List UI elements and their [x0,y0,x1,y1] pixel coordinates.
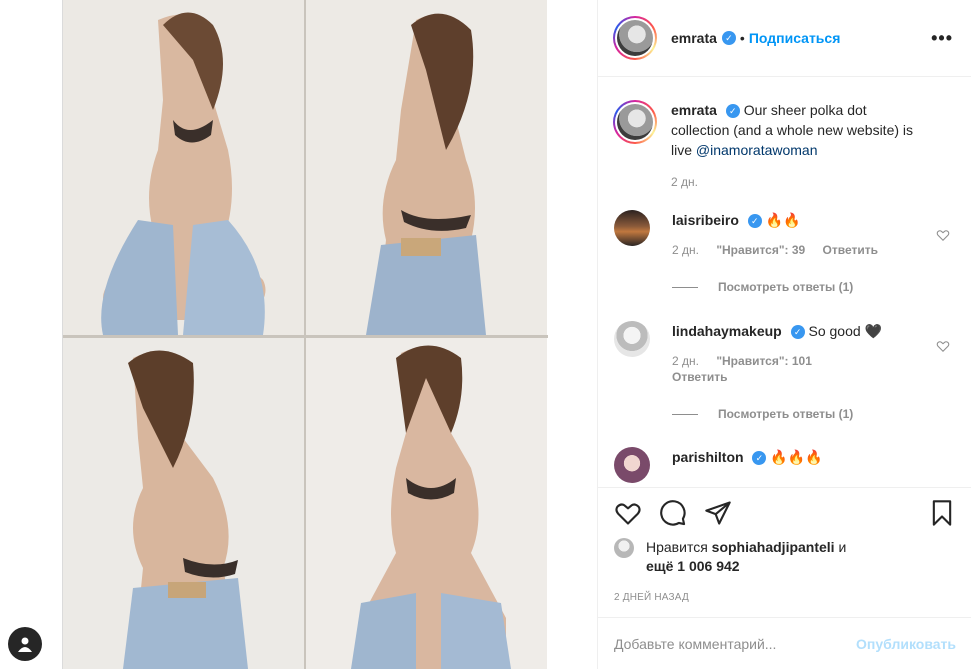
verified-badge-icon: ✓ [790,325,805,340]
replies-line [672,286,698,288]
collage-divider [63,335,548,338]
photo-panel-3 [63,338,304,669]
reply-button[interactable]: Ответить [672,370,727,384]
post-timestamp[interactable]: 2 ДНЕЙ НАЗАД [614,592,956,603]
caption-mention[interactable]: @inamoratawoman [696,142,818,158]
reply-button[interactable]: Ответить [823,243,878,257]
share-send-icon[interactable] [704,499,732,527]
comment-text: 🔥🔥 [765,212,801,228]
post-photo[interactable] [62,0,548,669]
likes-prefix: Нравится [646,539,712,555]
publish-button[interactable]: Опубликовать [856,636,956,652]
photo-panel-4 [306,338,547,669]
comment-text: 🔥🔥🔥 [770,449,823,465]
liker-avatar [614,538,634,558]
post-actions: Нравится sophiahadjipanteli и ещё 1 006 … [598,487,971,603]
comment-item: parishilton ✓ 🔥🔥🔥 [614,447,956,483]
comment-likes[interactable]: "Нравится": 39 [716,243,805,257]
commenter-username[interactable]: parishilton [672,449,744,465]
comment-like-icon[interactable] [936,339,950,353]
commenter-username[interactable]: lindahaymakeup [672,323,782,339]
comment-time[interactable]: 2 дн. [672,354,699,368]
verified-badge-icon: ✓ [752,451,767,466]
likes-suffix: и [834,539,847,555]
commenter-avatar[interactable] [614,447,650,483]
photo-panel-2 [306,0,547,335]
commenter-username[interactable]: laisribeiro [672,212,739,228]
comment-like-icon[interactable] [936,228,950,242]
bookmark-icon[interactable] [928,499,956,527]
view-replies-label: Посмотреть ответы (1) [718,280,854,294]
separator-dot: • [739,30,745,46]
view-replies-button[interactable]: Посмотреть ответы (1) [672,407,956,421]
photo-panel-1 [63,0,304,335]
commenter-avatar[interactable] [614,321,650,357]
caption: emrata ✓ Our sheer polka dot collection … [613,100,956,190]
view-replies-label: Посмотреть ответы (1) [718,407,854,421]
verified-badge-icon: ✓ [721,31,736,45]
post-photo-area [0,0,597,669]
verified-badge-icon: ✓ [747,214,762,229]
replies-line [672,413,698,415]
comment-likes[interactable]: "Нравится": 101 [716,354,812,368]
caption-avatar[interactable] [613,100,657,144]
comment-item: laisribeiro ✓ 🔥🔥 2 дн. "Нравится": 39 От… [614,210,956,258]
post-side-panel: emrata ✓ • Подписаться ••• emrata ✓ Our … [597,0,971,669]
account-icon[interactable] [8,627,42,661]
comment-time[interactable]: 2 дн. [672,243,699,257]
comment-item: lindahaymakeup ✓ So good 🖤 2 дн. "Нравит… [614,321,956,385]
add-comment-bar: Опубликовать [598,617,971,669]
like-heart-icon[interactable] [614,499,642,527]
comments-list[interactable]: emrata ✓ Our sheer polka dot collection … [598,78,971,488]
author-username[interactable]: emrata [671,30,717,46]
view-replies-button[interactable]: Посмотреть ответы (1) [672,280,956,294]
comment-input[interactable] [614,635,857,652]
post-header: emrata ✓ • Подписаться ••• [598,0,971,77]
follow-button[interactable]: Подписаться [749,30,841,46]
more-options-icon[interactable]: ••• [931,28,953,49]
caption-username[interactable]: emrata [671,102,717,118]
likes-summary[interactable]: Нравится sophiahadjipanteli и ещё 1 006 … [614,538,956,576]
comment-text: So good 🖤 [808,323,882,339]
commenter-avatar[interactable] [614,210,650,246]
caption-time[interactable]: 2 дн. [671,175,698,189]
likes-count[interactable]: ещё 1 006 942 [646,558,740,574]
author-avatar[interactable] [613,16,657,60]
liker-username[interactable]: sophiahadjipanteli [712,539,835,555]
comment-bubble-icon[interactable] [659,499,687,527]
verified-badge-icon: ✓ [725,104,740,119]
